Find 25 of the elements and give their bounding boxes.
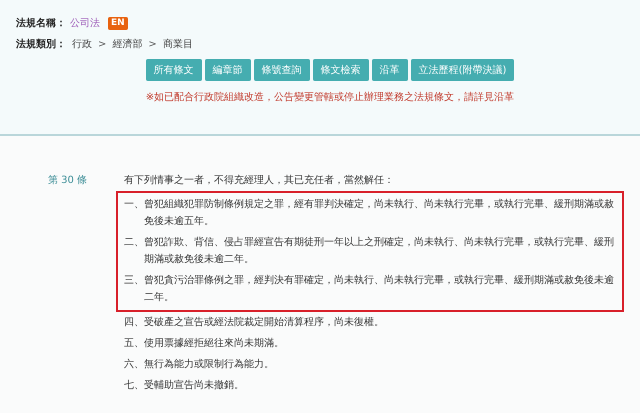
breadcrumb-link[interactable]: 商業目	[162, 36, 193, 52]
article-item: 三、曾犯貪污治罪條例之罪，經判決有罪確定，尚未執行、尚未執行完畢，或執行完畢、緩刑期滿或赦免後未逾二年。	[124, 274, 615, 305]
article-item: 一、曾犯組織犯罪防制條例規定之罪，經有罪判決確定，尚未執行、尚未執行完畢，或執行完畢、緩刑期滿或赦免後未逾五年。	[124, 198, 615, 229]
article-item: 四、受破產之宣告或經法院裁定開始清算程序，尚未復權。	[124, 316, 385, 330]
nav-button[interactable]: 條號查詢	[254, 59, 310, 81]
nav-button[interactable]: 立法歷程(附帶決議)	[410, 59, 514, 81]
field-label: 法規名稱：	[16, 16, 66, 30]
nav-button[interactable]: 條文檢索	[312, 59, 369, 81]
article-item: 五、使用票據經拒絕往來尚未期滿。	[124, 336, 285, 351]
article-number: 第 30 條	[47, 174, 88, 188]
field-label: 法規類別：	[16, 38, 66, 52]
article-intro: 有下列情事之一者，不得充經理人，其已充任者，當然解任：	[124, 174, 395, 188]
english-badge[interactable]: EN	[108, 16, 128, 30]
breadcrumb-separator: >	[98, 38, 106, 52]
article-item: 六、無行為能力或限制行為能力。	[124, 358, 275, 372]
article-item: 二、曾犯詐欺、背信、侵占罪經宣告有期徒刑一年以上之刑確定，尚未執行、尚未執行完畢，或執行完畢、緩刑期滿或赦免後未逾二年。	[124, 236, 615, 267]
breadcrumb-separator: >	[148, 38, 157, 52]
nav-button[interactable]: 所有條文	[146, 59, 202, 81]
breadcrumb-link[interactable]: 行政	[72, 36, 92, 52]
nav-button[interactable]: 編章節	[204, 59, 251, 81]
notice-text: ※如已配合行政院組織改造，公告變更管轄或停止辦理業務之法規條文，請詳見沿革	[144, 90, 516, 105]
law-name-link[interactable]: 公司法	[70, 16, 100, 30]
nav-button[interactable]: 沿革	[372, 59, 408, 81]
article-item: 七、受輔助宣告尚未撤銷。	[124, 378, 245, 393]
breadcrumb-link[interactable]: 經濟部	[112, 36, 142, 52]
